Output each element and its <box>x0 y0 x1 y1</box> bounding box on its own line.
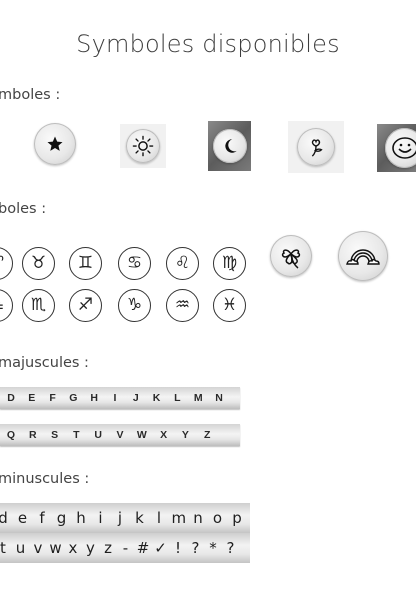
zodiac-sign-icon: ♒︎ <box>166 289 199 322</box>
stamp-letter: ! <box>174 539 181 557</box>
stamp-letter: l <box>156 509 162 527</box>
flower-icon <box>311 139 323 157</box>
stamp-letter: j <box>117 509 123 527</box>
stamp-letter: * <box>209 539 217 557</box>
stamp-letter: Y <box>181 429 189 441</box>
zodiac-sign-icon: ♓︎ <box>213 289 246 322</box>
stamp-moon <box>208 121 251 171</box>
stamp-sun <box>120 124 166 168</box>
stamp-letter: N <box>215 392 223 404</box>
stamp-letter: f <box>39 509 45 527</box>
stamp-smiley <box>377 124 416 172</box>
uppercase-strip-1: D E F GH I J K LMN <box>0 387 240 409</box>
flower-stamp-disc <box>297 128 335 166</box>
stamp-letter: W <box>136 429 147 441</box>
zodiac-sign-icon: ♐︎ <box>69 289 102 322</box>
stamp-flower <box>288 121 344 173</box>
stamp-letter: i <box>98 509 103 527</box>
zodiac-sign-icon: ♎︎ <box>0 289 13 322</box>
stamp-letter: e <box>17 509 28 527</box>
stamp-letter: m <box>171 509 187 527</box>
stamp-letter: R <box>29 429 37 441</box>
zodiac-sign-icon: ♉︎ <box>22 247 55 280</box>
smiley-stamp-disc <box>385 128 416 168</box>
stamp-letter: y <box>86 539 95 557</box>
zodiac-sign-icon: ♏︎ <box>22 289 55 322</box>
stamp-letter: S <box>51 429 59 441</box>
stamp-letter: n <box>193 509 203 527</box>
lowercase-strip-2: t u v w x y z - # ✓!? *? <box>0 533 250 563</box>
stamp-letter: E <box>28 392 36 404</box>
stamp-letter: ? <box>226 539 235 557</box>
stamp-letter: o <box>212 509 223 527</box>
zodiac-sign-icon: ♈︎ <box>0 247 13 280</box>
stamp-letter: h <box>76 509 86 527</box>
stamp-letter: L <box>174 392 181 404</box>
zodiac-sign-icon: ♋︎ <box>118 247 151 280</box>
section-label-lowercase: minuscules : <box>0 471 90 487</box>
stamp-letter: p <box>232 509 242 527</box>
moon-stamp-disc <box>212 129 247 163</box>
stamp-letter: z <box>104 539 112 557</box>
smiley-icon <box>391 137 416 159</box>
stamp-letter: ✓ <box>154 539 167 557</box>
section-label-symbols: mboles : <box>0 87 61 103</box>
stamp-letter: I <box>113 392 117 404</box>
stamp-letter: V <box>116 429 124 441</box>
stamp-letter: H <box>90 392 98 404</box>
stamp-letter: d <box>0 509 8 527</box>
stamp-letter: D <box>7 392 15 404</box>
star-icon <box>47 136 63 151</box>
stamp-letter: ? <box>191 539 200 557</box>
stamp-letter: t <box>0 539 6 557</box>
stamp-letter: U <box>94 429 102 441</box>
stamp-letter: g <box>56 509 67 527</box>
zodiac-sign-icon: ♊︎ <box>69 247 102 280</box>
stamp-letter: G <box>69 392 78 404</box>
stamp-letter: Q <box>6 429 16 441</box>
page-title: Symboles disponibles <box>76 30 340 58</box>
zodiac-sign-icon: ♑︎ <box>118 289 151 322</box>
stamp-letter: F <box>49 392 56 404</box>
stamp-clover <box>270 235 312 277</box>
stamp-letter: T <box>73 429 80 441</box>
stamp-letter: K <box>152 392 161 404</box>
stamp-letter: k <box>135 509 144 527</box>
moon-icon <box>224 139 237 153</box>
uppercase-strip-2: Q R S T U VW X Y Z <box>0 424 240 446</box>
zodiac-sign-icon: ♍︎ <box>213 247 246 280</box>
lowercase-strip-1: defghijklmnop <box>0 503 250 533</box>
stamp-letter: X <box>160 429 168 441</box>
zodiac-sign-icon: ♌︎ <box>166 247 199 280</box>
stamp-letter: v <box>33 539 43 557</box>
section-label-more-symbols: boles : <box>0 201 47 217</box>
sun-stamp-disc <box>126 129 160 163</box>
sun-icon <box>132 135 154 157</box>
stamp-star <box>34 123 76 165</box>
stamp-letter: Z <box>203 429 211 441</box>
stamp-letter: x <box>68 539 78 557</box>
stamp-letter: # <box>136 539 150 557</box>
stamp-rainbow <box>338 231 388 281</box>
rainbow-icon <box>346 249 380 265</box>
section-label-uppercase: majuscules : <box>0 355 89 371</box>
stamp-letter: - <box>122 539 129 557</box>
stamp-letter: J <box>132 392 139 404</box>
clover-icon <box>281 249 301 269</box>
stamp-letter: M <box>193 392 203 404</box>
stamp-letter: w <box>49 539 62 557</box>
stamp-letter: u <box>15 539 26 557</box>
